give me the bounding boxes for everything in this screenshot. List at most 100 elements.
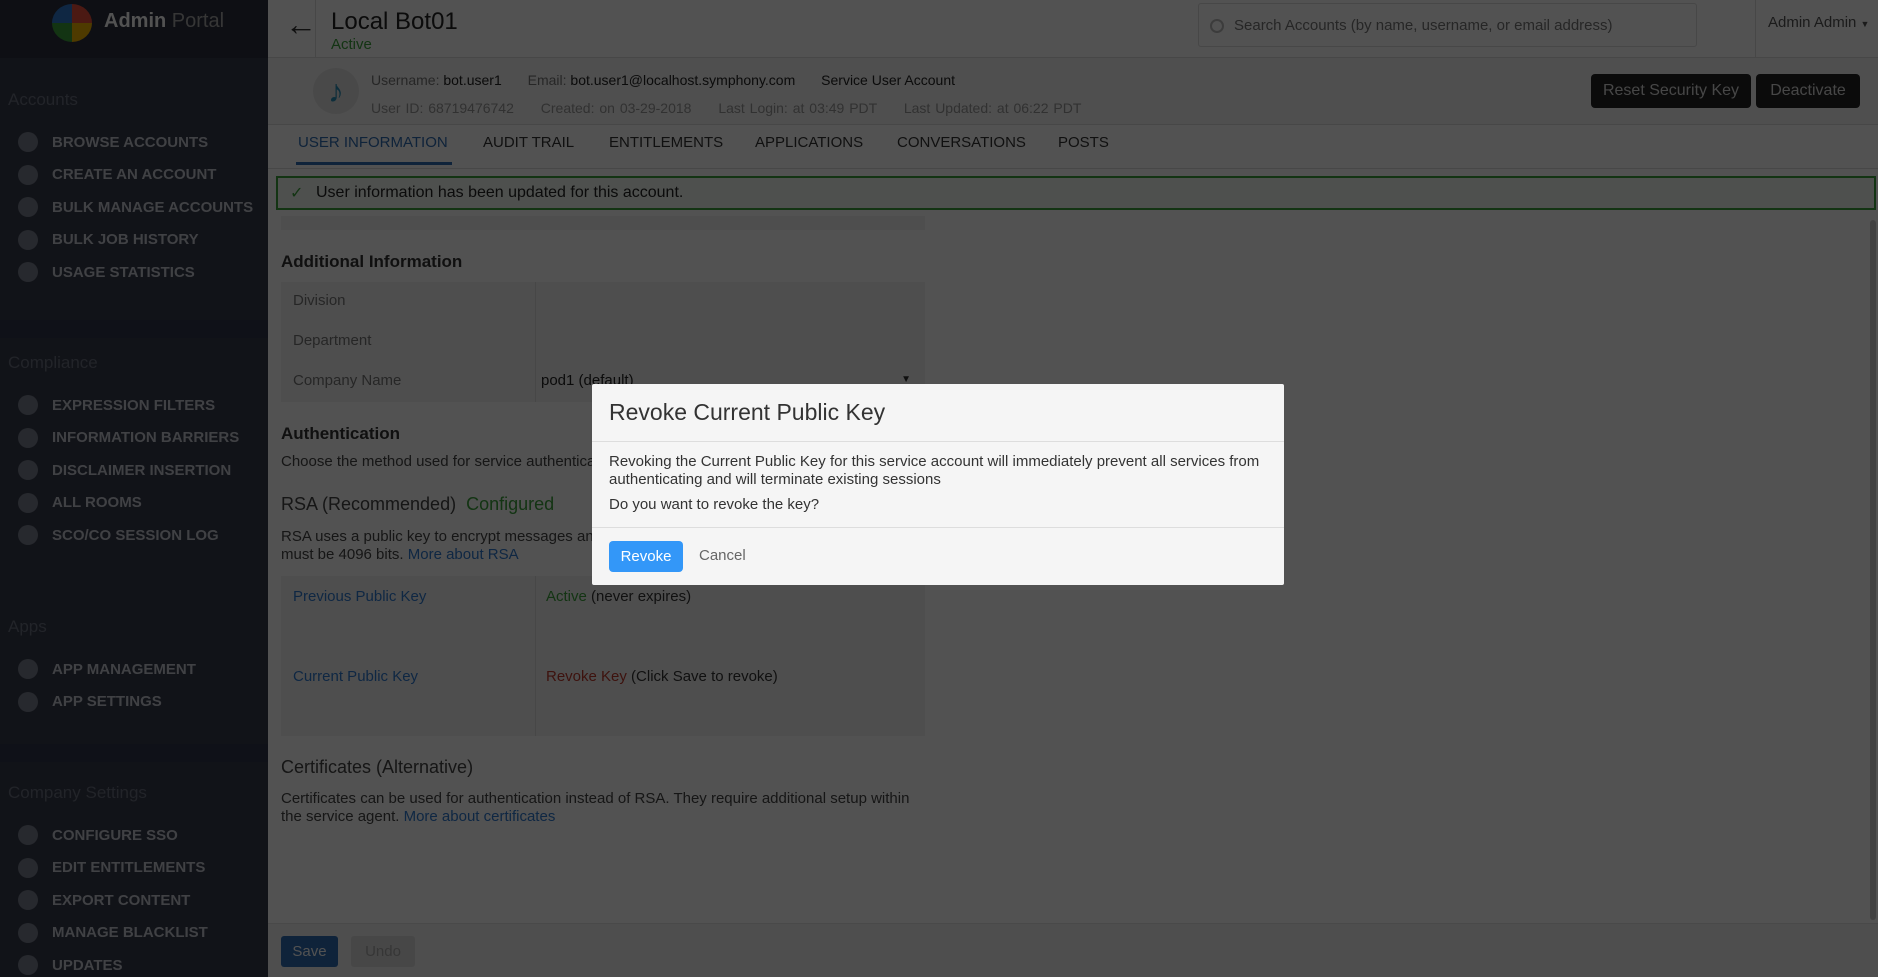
sidebar-item-label: APP MANAGEMENT (52, 660, 196, 678)
reset-security-key-button[interactable]: Reset Security Key (1591, 74, 1751, 108)
user-name: Admin Admin (1768, 14, 1857, 31)
more-about-rsa-link[interactable]: More about RSA (408, 546, 519, 563)
sidebar-item-label: DISCLAIMER INSERTION (52, 461, 232, 479)
email: bot.user1@localhost.symphony.com (570, 72, 796, 88)
sidebar-item-disclaimer-insertion[interactable]: DISCLAIMER INSERTION (18, 460, 232, 481)
sidebar-item-edit-entitlements[interactable]: EDIT ENTITLEMENTS (18, 857, 205, 878)
user-menu[interactable]: Admin Admin ▼ (1768, 14, 1869, 31)
logo[interactable]: Admin Portal (0, 0, 268, 58)
sidebar-item-label: BULK JOB HISTORY (52, 231, 199, 249)
sidebar-item-app-management[interactable]: APP MANAGEMENT (18, 659, 196, 679)
sidebar-item-icon (18, 955, 38, 976)
revoke-button[interactable]: Revoke (609, 541, 683, 572)
revoke-key-link[interactable]: Revoke Key (546, 668, 627, 685)
check-icon: ✓ (290, 185, 304, 202)
tab-active-indicator (296, 162, 452, 165)
department-label: Department (293, 332, 372, 349)
sidebar-item-usage-statistics[interactable]: USAGE STATISTICS (18, 262, 195, 283)
sidebar-item-bulk-job-history[interactable]: BULK JOB HISTORY (18, 229, 199, 250)
dialog-message: Revoking the Current Public Key for this… (609, 453, 1260, 470)
chevron-down-icon: ▼ (1860, 19, 1870, 29)
page-title: Local Bot01 (331, 8, 458, 35)
tab-applications[interactable]: APPLICATIONS (755, 134, 863, 151)
email-label: Email: (527, 72, 567, 88)
sidebar-item-label: INFORMATION BARRIERS (52, 429, 240, 447)
sidebar-item-sco-co-session-log[interactable]: SCO/CO SESSION LOG (18, 525, 219, 546)
sidebar-section-title: Apps (8, 617, 47, 636)
revoke-key-dialog: Revoke Current Public Key Revoking the C… (592, 384, 1284, 585)
more-about-certificates-link[interactable]: More about certificates (404, 808, 556, 825)
previous-key-note: (never expires) (591, 588, 692, 605)
sidebar-item-label: EXPRESSION FILTERS (52, 396, 216, 414)
account-info: ♪ Username: bot.user1 Email: bot.user1@l… (268, 58, 1878, 125)
footer-bar: Save Undo (268, 923, 1878, 977)
sidebar-item-export-content[interactable]: EXPORT CONTENT (18, 890, 190, 911)
cert-description-2: the service agent. (281, 808, 400, 825)
tab-user-information[interactable]: USER INFORMATION (298, 134, 448, 151)
sidebar-item-label: BROWSE ACCOUNTS (52, 133, 209, 151)
sidebar-item-icon (18, 197, 38, 218)
tab-audit-trail[interactable]: AUDIT TRAIL (483, 134, 574, 151)
auth-description: Choose the method used for service authe… (281, 453, 624, 470)
avatar: ♪ (313, 68, 359, 114)
user-id: User ID: 68719476742 (371, 100, 514, 116)
sidebar-item-updates[interactable]: UPDATES (18, 955, 123, 976)
previous-public-key-link[interactable]: Previous Public Key (293, 588, 426, 605)
last-login: Last Login: at 03:49 PDT (718, 100, 877, 116)
dialog-message-2: authenticating and will terminate existi… (609, 471, 941, 488)
tab-entitlements[interactable]: ENTITLEMENTS (609, 134, 723, 151)
sidebar-item-icon (18, 492, 38, 513)
back-arrow-icon[interactable]: ← (285, 6, 317, 43)
sidebar-section-title: Compliance (8, 353, 98, 372)
last-updated: Last Updated: at 06:22 PDT (903, 100, 1082, 116)
company-label: Company Name (293, 372, 402, 389)
sidebar-item-label: CREATE AN ACCOUNT (52, 166, 217, 184)
sidebar-section-title: Company Settings (8, 783, 147, 802)
sidebar-item-icon (18, 395, 38, 415)
username: bot.user1 (443, 72, 502, 88)
sidebar-item-configure-sso[interactable]: CONFIGURE SSO (18, 825, 178, 845)
created-date: Created: on 03-29-2018 (540, 100, 692, 116)
sidebar-item-label: SCO/CO SESSION LOG (52, 526, 219, 544)
status-badge: Active (331, 36, 372, 53)
sidebar-item-app-settings[interactable]: APP SETTINGS (18, 691, 162, 712)
success-alert: ✓ User information has been updated for … (276, 176, 1876, 210)
sidebar-item-information-barriers[interactable]: INFORMATION BARRIERS (18, 427, 240, 448)
scrollbar[interactable] (1870, 220, 1876, 920)
sidebar-item-icon (18, 857, 38, 878)
sidebar-item-manage-blacklist[interactable]: MANAGE BLACKLIST (18, 922, 208, 943)
cancel-button[interactable]: Cancel (699, 547, 746, 564)
sidebar-item-expression-filters[interactable]: EXPRESSION FILTERS (18, 395, 215, 415)
rsa-title: RSA (Recommended) (281, 494, 457, 514)
sidebar-item-icon (18, 427, 38, 448)
sidebar-item-icon (18, 890, 38, 911)
sidebar-item-label: ALL ROOMS (52, 494, 142, 512)
header: ← Local Bot01 Active Search Accounts (by… (268, 0, 1878, 58)
dialog-title: Revoke Current Public Key (609, 399, 886, 425)
sidebar-item-create-an-account[interactable]: CREATE AN ACCOUNT (18, 164, 217, 185)
section-title-additional: Additional Information (281, 252, 463, 271)
sidebar-item-browse-accounts[interactable]: BROWSE ACCOUNTS (18, 132, 208, 152)
sidebar-item-all-rooms[interactable]: ALL ROOMS (18, 492, 142, 513)
sidebar-item-icon (18, 164, 38, 185)
sidebar-item-icon (18, 659, 38, 679)
sidebar-item-icon (18, 262, 38, 283)
sidebar-section-title: Accounts (8, 90, 78, 109)
sidebar-item-label: BULK MANAGE ACCOUNTS (52, 198, 254, 216)
save-button[interactable]: Save (281, 936, 338, 967)
sidebar-item-icon (18, 691, 38, 712)
sidebar-item-icon (18, 460, 38, 481)
sidebar-item-label: APP SETTINGS (52, 693, 162, 711)
rsa-status: Configured (466, 494, 555, 514)
search-input[interactable]: Search Accounts (by name, username, or e… (1198, 3, 1697, 47)
rsa-description-2: must be 4096 bits. (281, 546, 404, 563)
tab-conversations[interactable]: CONVERSATIONS (897, 134, 1026, 151)
tab-posts[interactable]: POSTS (1058, 134, 1109, 151)
sidebar-item-icon (18, 922, 38, 943)
undo-button[interactable]: Undo (351, 936, 415, 967)
current-public-key-link[interactable]: Current Public Key (293, 668, 418, 685)
previous-key-status: Active (546, 588, 587, 605)
deactivate-button[interactable]: Deactivate (1756, 74, 1860, 108)
dialog-question: Do you want to revoke the key? (609, 496, 820, 513)
sidebar-item-bulk-manage-accounts[interactable]: BULK MANAGE ACCOUNTS (18, 197, 254, 218)
